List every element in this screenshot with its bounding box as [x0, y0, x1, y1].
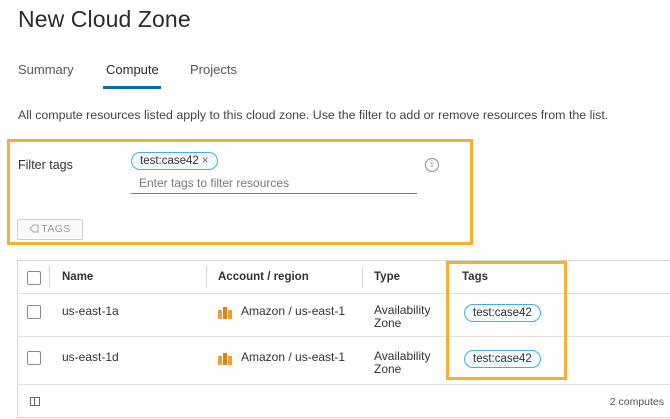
tag-icon: [29, 224, 39, 233]
row-divider: [17, 336, 670, 337]
column-separator: [362, 266, 363, 288]
page-description: All compute resources listed apply to th…: [18, 108, 609, 122]
filter-tags-label: Filter tags: [18, 158, 73, 172]
column-separator: [206, 266, 207, 288]
row-type: Availability Zone: [374, 350, 430, 376]
row-divider: [17, 384, 670, 385]
filter-tags-input[interactable]: [131, 173, 417, 194]
row-type: Availability Zone: [374, 304, 430, 330]
column-header-account-region[interactable]: Account / region: [218, 271, 309, 283]
row-account-region: Amazon / us-east-1: [241, 304, 346, 318]
tab-compute[interactable]: Compute: [106, 62, 159, 77]
tab-projects[interactable]: Projects: [190, 62, 237, 77]
tags-button-label: TAGS: [41, 223, 71, 235]
row-checkbox[interactable]: [27, 351, 41, 365]
aws-icon: [218, 353, 232, 365]
aws-icon: [218, 307, 232, 319]
close-icon[interactable]: ×: [202, 155, 209, 167]
info-icon[interactable]: i: [425, 158, 439, 172]
tags-button[interactable]: TAGS: [17, 219, 83, 240]
column-header-type[interactable]: Type: [374, 271, 400, 283]
column-header-name[interactable]: Name: [62, 271, 93, 283]
row-name[interactable]: us-east-1d: [62, 350, 119, 364]
row-checkbox[interactable]: [27, 305, 41, 319]
row-account-region: Amazon / us-east-1: [241, 350, 346, 364]
row-type-line2: Zone: [374, 362, 402, 376]
row-type-line2: Zone: [374, 316, 402, 330]
column-toggle-icon[interactable]: [30, 397, 40, 406]
active-tab-indicator: [103, 86, 161, 89]
row-divider: [17, 293, 670, 294]
compute-datagrid: [17, 260, 670, 418]
tags-column-highlight-box: [446, 261, 567, 380]
tab-summary[interactable]: Summary: [18, 62, 74, 77]
footer-count: 2 computes: [609, 396, 664, 408]
filter-tag-chip-label: test:case42: [140, 155, 199, 167]
row-name[interactable]: us-east-1a: [62, 304, 119, 318]
column-separator: [49, 266, 50, 288]
page-title: New Cloud Zone: [18, 6, 191, 32]
select-all-checkbox[interactable]: [27, 271, 41, 285]
filter-tag-chip[interactable]: test:case42 ×: [131, 152, 218, 170]
